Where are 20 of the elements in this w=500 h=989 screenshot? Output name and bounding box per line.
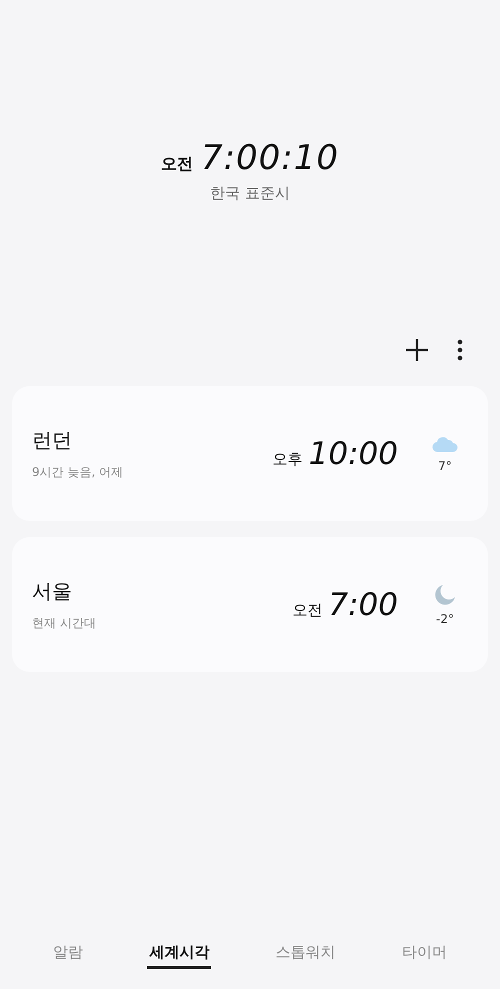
city-name: 런던 <box>32 426 73 454</box>
tab[interactable]: 세계시각 <box>147 939 212 969</box>
city-card[interactable]: 런던 9시간 늦음, 어제 오후 10:00 7° <box>12 386 488 521</box>
city-name: 서울 <box>32 578 73 604</box>
add-icon[interactable] <box>404 337 430 363</box>
city-time: 10:00 <box>308 436 398 472</box>
current-time: 7:00:10 <box>200 138 340 178</box>
am-pm-label: 오후 <box>272 450 303 468</box>
cloud-icon <box>432 434 458 452</box>
time-offset: 9시간 늦음, 어제 <box>32 464 124 480</box>
temperature: 7° <box>438 458 452 472</box>
am-pm-label: 오전 <box>292 600 322 620</box>
temperature: -2° <box>436 612 454 626</box>
city-time: 7:00 <box>328 586 398 622</box>
am-pm-label: 오전 <box>160 154 193 175</box>
moon-icon <box>434 584 456 606</box>
city-card[interactable]: 서울 현재 시간대 오전 7:00 -2° <box>12 537 488 672</box>
more-options-icon[interactable] <box>456 338 464 362</box>
time-offset: 현재 시간대 <box>32 614 97 632</box>
time-zone-label: 한국 표준시 <box>210 184 290 203</box>
